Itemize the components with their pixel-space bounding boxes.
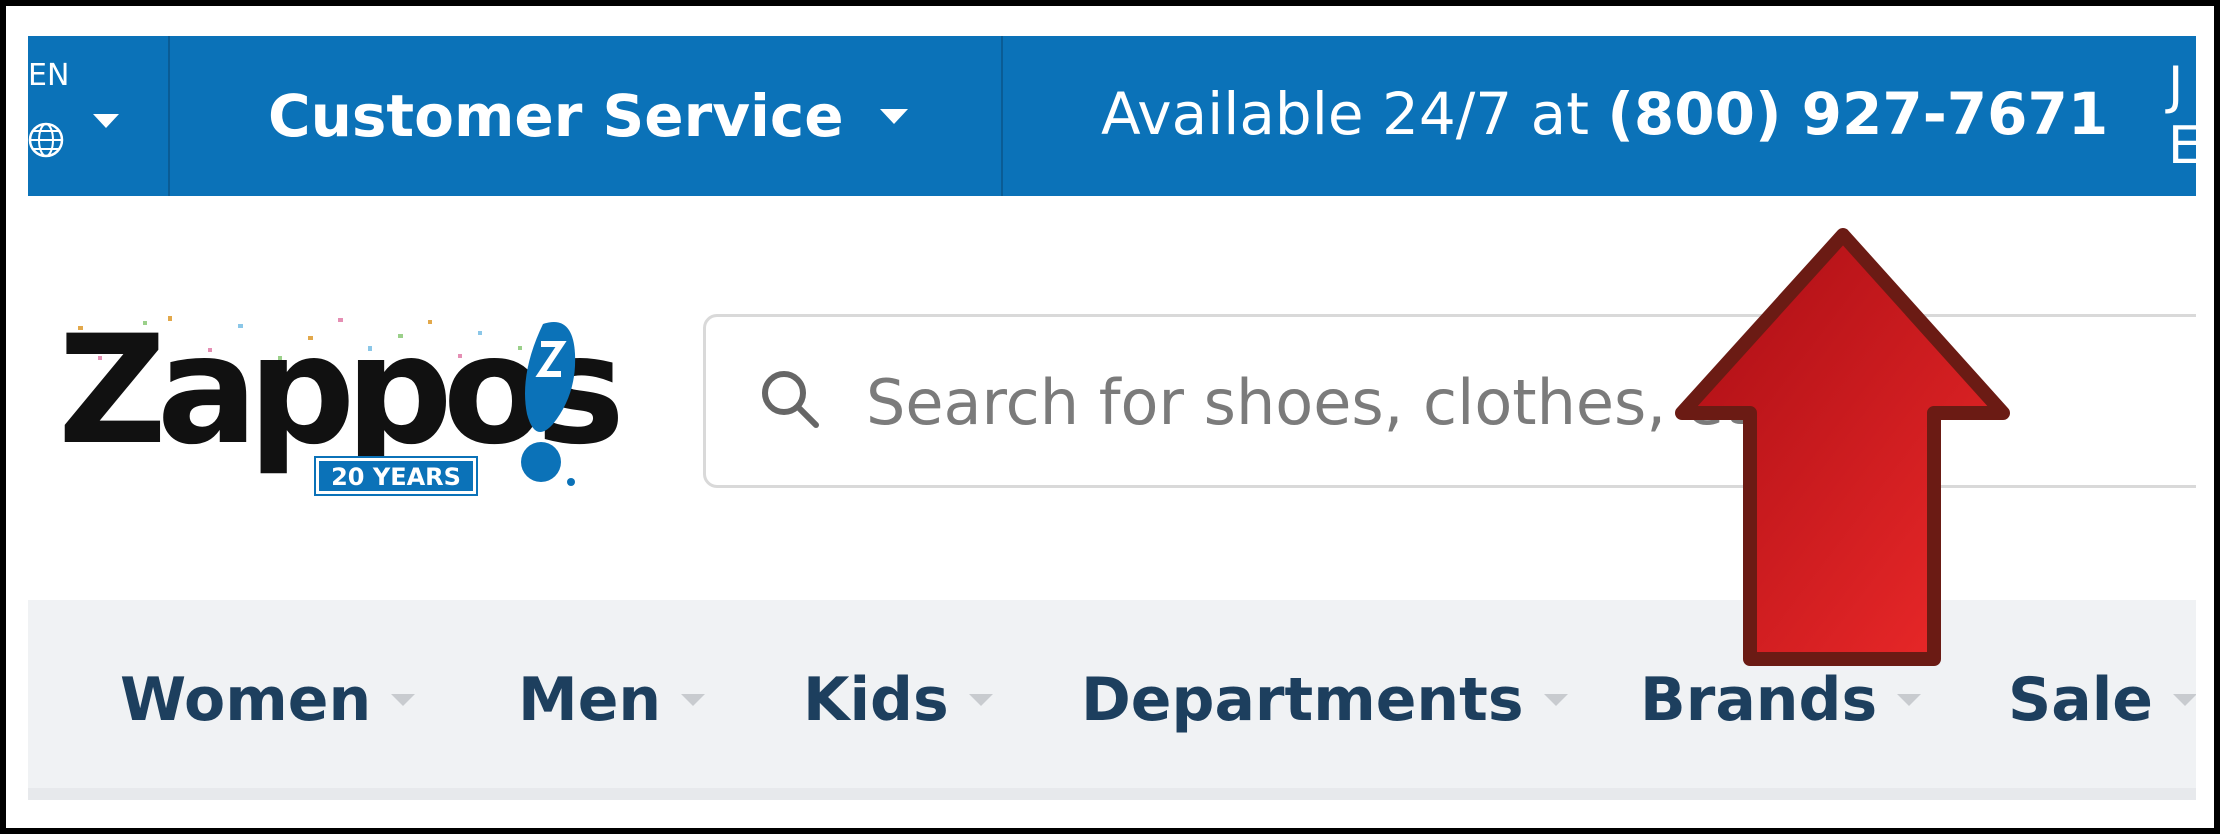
phone-number-link[interactable]: (800) 927-7671 [1607,80,2108,148]
screenshot-frame: EN Customer Service Available 24/7 at (8… [6,6,2214,828]
nav-item-sale[interactable]: Sale [2008,660,2196,740]
red-arrow-annotation [1675,228,2010,666]
nav-item-label: Departments [1081,665,1524,735]
zappos-mascot-icon [521,322,576,486]
chevron-down-icon [93,114,119,128]
nav-item-men[interactable]: Men [518,660,706,740]
nav-item-women[interactable]: Women [120,660,416,740]
language-code: EN [28,58,70,93]
anniversary-badge: 20 YEARS [314,456,478,496]
chevron-down-icon [391,694,416,706]
chevron-down-icon [2172,694,2196,706]
nav-item-label: Kids [803,665,949,735]
nav-item-label: Sale [2008,665,2153,735]
nav-item-label: Women [120,665,372,735]
nav-item-departments[interactable]: Departments [1081,660,1568,740]
truncated-menu-fragment[interactable]: J E [2168,56,2196,176]
language-selector[interactable]: EN [28,58,168,178]
chevron-down-icon [1543,694,1568,706]
customer-service-label: Customer Service [268,82,844,150]
nav-item-kids[interactable]: Kids [803,660,993,740]
utility-bar: EN Customer Service Available 24/7 at (8… [28,36,2196,196]
zappos-logo[interactable]: Zappos 20 YEARS [58,306,625,496]
nav-bottom-border [28,788,2196,800]
chevron-down-icon [968,694,993,706]
chevron-down-icon [681,694,706,706]
browser-viewport: EN Customer Service Available 24/7 at (8… [28,36,2196,828]
nav-item-brands[interactable]: Brands [1640,660,1922,740]
chevron-down-icon [1897,694,1922,706]
globe-icon [28,122,64,158]
divider [1001,36,1003,196]
availability-text: Available 24/7 at (800) 927-7671 [1101,80,2108,148]
chevron-down-icon [879,108,908,124]
availability-prefix: Available 24/7 at [1101,80,1608,148]
divider [168,36,170,196]
nav-item-label: Brands [1640,665,1878,735]
customer-service-menu[interactable]: Customer Service [268,82,908,150]
nav-item-label: Men [518,665,662,735]
search-icon [762,371,819,428]
